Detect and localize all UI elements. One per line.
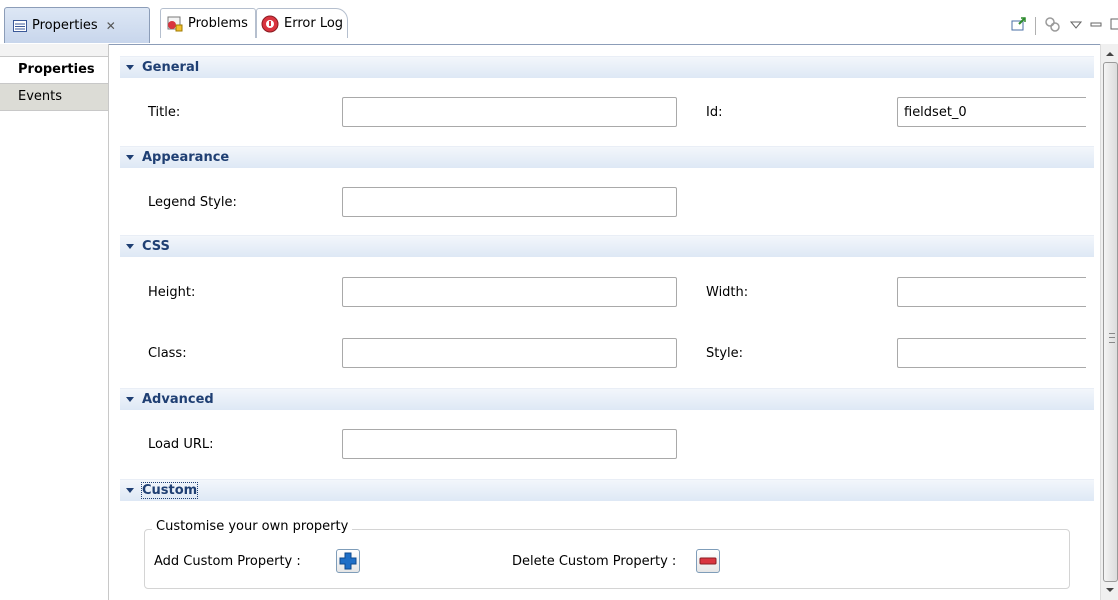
- title-input[interactable]: [342, 97, 677, 127]
- legend-style-label: Legend Style:: [148, 195, 237, 210]
- height-label: Height:: [148, 285, 196, 300]
- view-tab-bar: Properties ✕ Problems Error Log: [0, 0, 1118, 45]
- load-url-label: Load URL:: [148, 437, 214, 452]
- id-input[interactable]: [897, 97, 1086, 127]
- scrollbar-grip: [1109, 333, 1115, 343]
- expand-triangle-icon: [126, 155, 134, 160]
- section-advanced-title: Advanced: [142, 392, 214, 407]
- id-label: Id:: [706, 105, 723, 120]
- section-general-header[interactable]: General: [120, 56, 1094, 78]
- properties-icon: [13, 19, 27, 32]
- delete-custom-property-label: Delete Custom Property :: [512, 554, 677, 569]
- width-input[interactable]: [897, 277, 1086, 307]
- toolbar-separator: [1035, 17, 1036, 35]
- pin-icon[interactable]: [1011, 16, 1027, 36]
- section-css-title: CSS: [142, 239, 170, 254]
- add-custom-property-button[interactable]: [336, 549, 360, 573]
- category-tabs-top: [0, 44, 108, 57]
- close-icon[interactable]: ✕: [106, 19, 116, 33]
- properties-form: General Title: Id: Appearance Legend Sty…: [108, 44, 1100, 600]
- plus-icon: [339, 552, 357, 570]
- title-label: Title:: [148, 105, 181, 120]
- tab-error-log-label: Error Log: [284, 16, 344, 31]
- vertical-scrollbar[interactable]: [1100, 44, 1118, 600]
- section-appearance-title: Appearance: [142, 150, 230, 165]
- add-custom-property-label: Add Custom Property :: [154, 554, 301, 569]
- custom-property-group-title: Customise your own property: [152, 519, 353, 534]
- scroll-down-arrow-icon[interactable]: [1101, 582, 1118, 598]
- link-icon[interactable]: [1044, 16, 1062, 36]
- tab-properties-label: Properties: [32, 18, 98, 33]
- category-tab-properties[interactable]: Properties: [0, 57, 108, 84]
- minimize-icon[interactable]: [1090, 19, 1102, 34]
- tab-error-log[interactable]: Error Log: [256, 8, 348, 38]
- class-input[interactable]: [342, 338, 677, 368]
- expand-triangle-icon: [126, 65, 134, 70]
- section-advanced-header[interactable]: Advanced: [120, 388, 1094, 410]
- maximize-icon[interactable]: [1110, 18, 1118, 34]
- category-tab-events[interactable]: Events: [0, 84, 108, 111]
- tab-problems[interactable]: Problems: [160, 8, 256, 38]
- section-css-header[interactable]: CSS: [120, 235, 1094, 257]
- section-appearance-header[interactable]: Appearance: [120, 146, 1094, 168]
- tab-problems-label: Problems: [188, 16, 248, 31]
- height-input[interactable]: [342, 277, 677, 307]
- section-custom-header[interactable]: Custom: [120, 479, 1094, 501]
- load-url-input[interactable]: [342, 429, 677, 459]
- view-menu-icon[interactable]: [1069, 19, 1083, 34]
- section-general-title: General: [142, 60, 200, 75]
- problems-icon: [167, 16, 183, 32]
- style-label: Style:: [706, 346, 744, 361]
- tab-properties[interactable]: Properties ✕: [4, 7, 150, 43]
- error-log-icon: [261, 15, 279, 33]
- property-category-tabs: Properties Events: [0, 44, 109, 600]
- expand-triangle-icon: [126, 244, 134, 249]
- scroll-up-arrow-icon[interactable]: [1101, 46, 1118, 62]
- expand-triangle-icon: [126, 488, 134, 493]
- legend-style-input[interactable]: [342, 187, 677, 217]
- scrollbar-thumb[interactable]: [1103, 62, 1118, 582]
- class-label: Class:: [148, 346, 187, 361]
- expand-triangle-icon: [126, 397, 134, 402]
- delete-custom-property-button[interactable]: [696, 549, 720, 573]
- minus-icon: [699, 557, 717, 565]
- style-input[interactable]: [897, 338, 1086, 368]
- section-custom-title: Custom: [140, 482, 199, 499]
- width-label: Width:: [706, 285, 749, 300]
- view-toolbar: [1011, 16, 1118, 36]
